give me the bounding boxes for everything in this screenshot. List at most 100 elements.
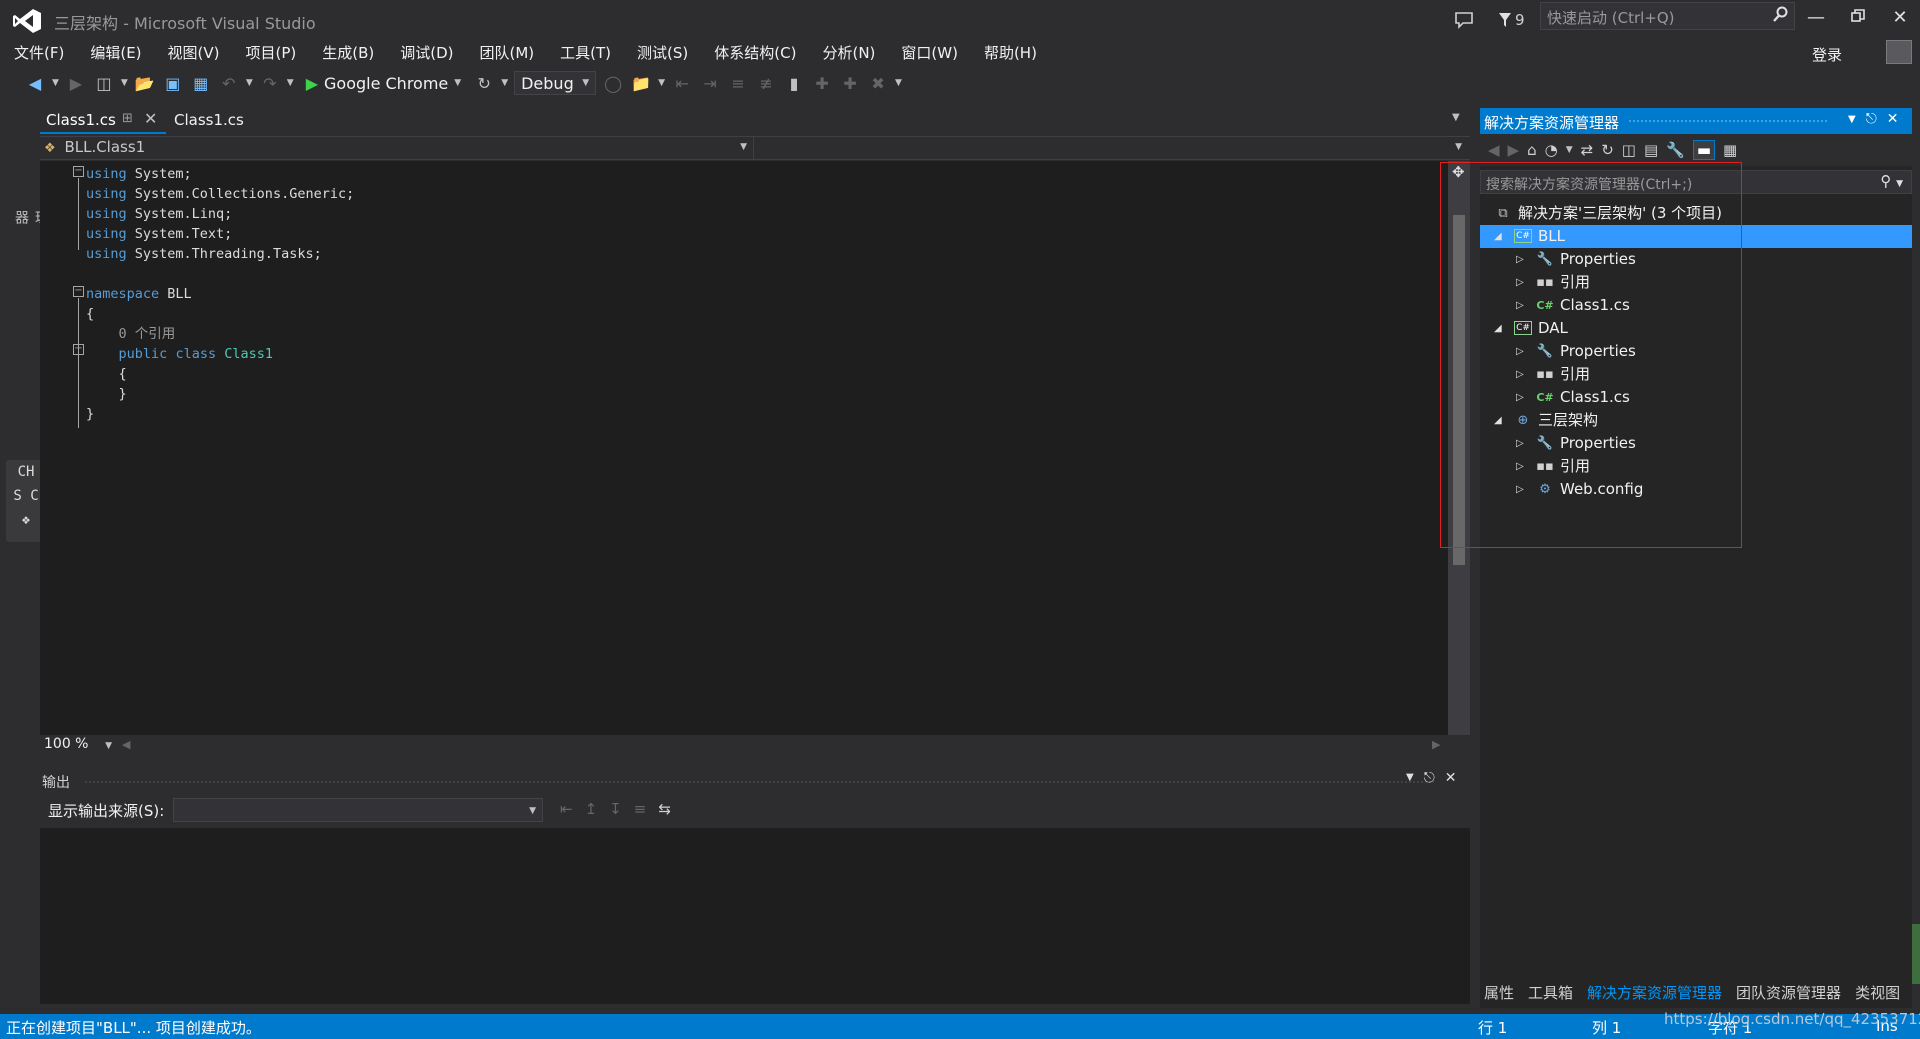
redo-dropdown-icon[interactable]: ▼ bbox=[287, 78, 294, 88]
toolbar-overflow-icon[interactable]: ▼ bbox=[895, 78, 902, 88]
code-editor[interactable]: − − − using System; using System.Collecti… bbox=[40, 161, 1448, 735]
editor-vertical-scrollbar[interactable] bbox=[1448, 161, 1470, 735]
collapse-all-icon[interactable]: ◫ bbox=[1622, 141, 1636, 159]
tab-class1-cs-active[interactable]: Class1.cs ⊞ ✕ bbox=[40, 108, 166, 134]
tree-item[interactable]: ◢ C# BLL bbox=[1480, 225, 1912, 248]
pin-icon[interactable]: ⊞ bbox=[122, 111, 133, 126]
code-line[interactable]: } bbox=[86, 384, 354, 404]
find-in-files-icon[interactable]: 📁 bbox=[630, 72, 652, 94]
navigate-forward-icon[interactable]: ▶ bbox=[65, 72, 87, 94]
tree-item[interactable]: ◢ ⊕ 三层架构 bbox=[1480, 409, 1912, 432]
tool-window-tab[interactable]: 工具箱 bbox=[1528, 982, 1573, 1006]
open-file-icon[interactable]: 📂 bbox=[134, 72, 156, 94]
member-scope-dropdown[interactable]: ▼ bbox=[756, 137, 1470, 159]
new-project-icon[interactable]: ◫ bbox=[93, 72, 115, 94]
collapsed-arrow-icon[interactable]: ▷ bbox=[1516, 340, 1524, 363]
code-line[interactable]: { bbox=[86, 364, 354, 384]
show-all-files-icon[interactable]: ▤ bbox=[1644, 141, 1658, 159]
sync-with-active-document-icon[interactable]: ⇄ bbox=[1581, 141, 1594, 159]
align-left-icon[interactable]: ⇤ bbox=[671, 72, 693, 94]
tree-item[interactable]: ▷ ▪▪ 引用 bbox=[1480, 455, 1912, 478]
menu-test[interactable]: 测试(S) bbox=[623, 40, 700, 66]
code-line[interactable]: { bbox=[86, 304, 354, 324]
refresh-browser-icon[interactable]: ↻ bbox=[473, 72, 495, 94]
menu-architecture[interactable]: 体系结构(C) bbox=[700, 40, 808, 66]
new-project-dropdown-icon[interactable]: ▼ bbox=[121, 78, 128, 88]
next-bookmark-icon[interactable]: ✚ bbox=[839, 72, 861, 94]
menu-tools[interactable]: 工具(T) bbox=[546, 40, 623, 66]
pending-changes-filter-icon[interactable]: ◔ bbox=[1545, 141, 1558, 159]
output-source-select[interactable]: ▼ bbox=[173, 798, 543, 822]
tree-item[interactable]: ▷ 🔧 Properties bbox=[1480, 248, 1912, 271]
split-window-icon[interactable]: ✥ bbox=[1452, 163, 1465, 181]
scroll-right-icon[interactable]: ▶ bbox=[1432, 738, 1440, 751]
collapsed-arrow-icon[interactable]: ▷ bbox=[1516, 386, 1524, 409]
minimize-button[interactable]: — bbox=[1798, 4, 1834, 32]
class-diagram-icon[interactable]: ▦ bbox=[1723, 141, 1737, 159]
close-icon[interactable]: ✕ bbox=[1445, 770, 1457, 786]
collapse-usings-icon[interactable]: − bbox=[73, 166, 84, 177]
collapsed-arrow-icon[interactable]: ▷ bbox=[1516, 248, 1524, 271]
code-line[interactable]: using System; bbox=[86, 164, 354, 184]
tab-class1-cs[interactable]: Class1.cs bbox=[168, 108, 250, 134]
back-icon[interactable]: ◀ bbox=[1488, 141, 1500, 159]
quick-launch-input[interactable]: 快速启动 (Ctrl+Q) bbox=[1540, 2, 1795, 30]
server-explorer-tab[interactable]: 服务器资源管理器 bbox=[0, 104, 169, 234]
save-all-icon[interactable]: ▦ bbox=[190, 72, 212, 94]
collapsed-arrow-icon[interactable]: ▷ bbox=[1516, 294, 1524, 317]
scroll-left-icon[interactable]: ◀ bbox=[122, 738, 130, 751]
expanded-arrow-icon[interactable]: ◢ bbox=[1494, 409, 1502, 432]
collapsed-arrow-icon[interactable]: ▷ bbox=[1516, 432, 1524, 455]
tool-window-tab[interactable]: 类视图 bbox=[1855, 982, 1900, 1006]
code-line[interactable]: using System.Linq; bbox=[86, 204, 354, 224]
undo-icon[interactable]: ↶ bbox=[218, 72, 240, 94]
window-position-dropdown-icon[interactable]: ▼ bbox=[1406, 770, 1414, 786]
collapsed-arrow-icon[interactable]: ▷ bbox=[1516, 363, 1524, 386]
type-scope-dropdown[interactable]: ❖ BLL.Class1 ▼ bbox=[40, 137, 754, 159]
source-code[interactable]: using System; using System.Collections.Ge… bbox=[86, 164, 354, 424]
auto-hide-pin-icon[interactable]: ⎋ bbox=[1866, 111, 1877, 129]
login-link[interactable]: 登录 bbox=[1812, 44, 1842, 65]
collapse-class-icon[interactable]: − bbox=[73, 344, 84, 355]
comment-icon[interactable]: ≡ bbox=[727, 72, 749, 94]
collapsed-arrow-icon[interactable]: ▷ bbox=[1516, 271, 1524, 294]
tree-item[interactable]: ⧉ 解决方案'三层架构' (3 个项目) bbox=[1480, 202, 1912, 225]
zoom-select[interactable]: 100 % ▼ bbox=[42, 736, 116, 756]
scrollbar-thumb[interactable] bbox=[1453, 215, 1465, 565]
forward-icon[interactable]: ▶ bbox=[1508, 141, 1520, 159]
prev-bookmark-icon[interactable]: ✚ bbox=[811, 72, 833, 94]
uncomment-icon[interactable]: ≢ bbox=[755, 72, 777, 94]
solution-explorer-search-input[interactable]: 搜索解决方案资源管理器(Ctrl+;) ⚲ ▼ bbox=[1480, 170, 1912, 194]
tree-item[interactable]: ▷ ⚙ Web.config bbox=[1480, 478, 1912, 501]
code-line[interactable]: using System.Text; bbox=[86, 224, 354, 244]
tree-item[interactable]: ▷ C# Class1.cs bbox=[1480, 386, 1912, 409]
code-line[interactable]: } bbox=[86, 404, 354, 424]
menu-view[interactable]: 视图(V) bbox=[154, 40, 232, 66]
save-icon[interactable]: ▣ bbox=[162, 72, 184, 94]
collapsed-arrow-icon[interactable]: ▷ bbox=[1516, 478, 1524, 501]
code-line[interactable]: using System.Collections.Generic; bbox=[86, 184, 354, 204]
menu-project[interactable]: 项目(P) bbox=[232, 40, 309, 66]
output-text-area[interactable] bbox=[40, 828, 1470, 1004]
tool-window-tab[interactable]: 团队资源管理器 bbox=[1736, 982, 1841, 1006]
refresh-dropdown-icon[interactable]: ▼ bbox=[501, 78, 508, 88]
code-line[interactable] bbox=[86, 264, 354, 284]
word-wrap-icon[interactable]: ⇆ bbox=[658, 800, 671, 818]
menu-debug[interactable]: 调试(D) bbox=[386, 40, 465, 66]
filter-dropdown-icon[interactable]: ▼ bbox=[1566, 145, 1573, 155]
menu-edit[interactable]: 编辑(E) bbox=[76, 40, 153, 66]
refresh-icon[interactable]: ↻ bbox=[1601, 141, 1614, 159]
tree-item[interactable]: ▷ ▪▪ 引用 bbox=[1480, 271, 1912, 294]
tool-window-tab[interactable]: 解决方案资源管理器 bbox=[1587, 982, 1722, 1006]
menu-file[interactable]: 文件(F) bbox=[0, 40, 76, 66]
expanded-arrow-icon[interactable]: ◢ bbox=[1494, 317, 1502, 340]
notifications-button[interactable]: 9 bbox=[1498, 6, 1525, 34]
back-dropdown-icon[interactable]: ▼ bbox=[52, 78, 59, 88]
menu-build[interactable]: 生成(B) bbox=[308, 40, 386, 66]
tree-item[interactable]: ▷ C# Class1.cs bbox=[1480, 294, 1912, 317]
auto-hide-pin-icon[interactable]: ⎋ bbox=[1424, 770, 1435, 786]
collapse-namespace-icon[interactable]: − bbox=[73, 286, 84, 297]
restore-button[interactable] bbox=[1840, 4, 1876, 32]
tree-item[interactable]: ▷ 🔧 Properties bbox=[1480, 432, 1912, 455]
redo-icon[interactable]: ↷ bbox=[259, 72, 281, 94]
